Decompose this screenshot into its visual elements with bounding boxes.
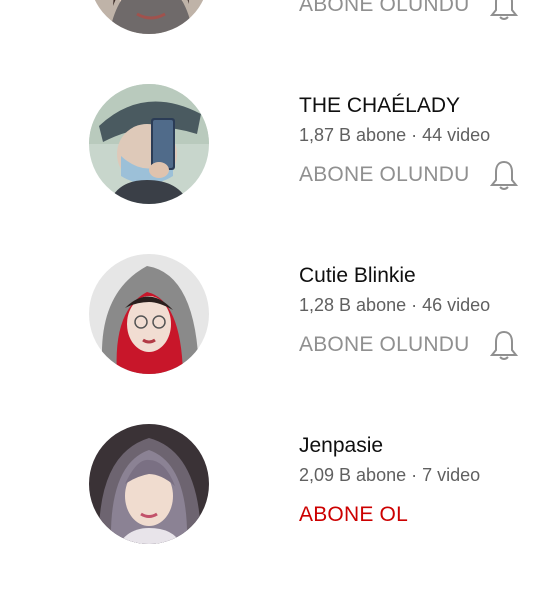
channel-row[interactable]: Jenpasie 2,09 B abone · 7 video ABONE OL bbox=[0, 424, 560, 594]
channel-avatar[interactable] bbox=[89, 254, 209, 374]
bell-icon[interactable] bbox=[489, 328, 519, 362]
channel-meta: 2,09 B abone · 7 video bbox=[299, 465, 481, 485]
subscribed-button[interactable]: ABONE OLUNDU bbox=[299, 158, 469, 192]
avatar-portrait-image bbox=[89, 424, 209, 544]
channel-row[interactable]: THE CHAÉLADY 1,87 B abone · 44 video ABO… bbox=[0, 84, 560, 254]
channel-row[interactable]: ABONE OLUNDU bbox=[0, 0, 560, 84]
channel-name[interactable]: Cutie Blinkie bbox=[299, 262, 560, 290]
subscribe-button[interactable]: ABONE OL bbox=[299, 498, 408, 532]
channel-avatar[interactable] bbox=[89, 424, 209, 544]
action-row: ABONE OL bbox=[299, 498, 519, 532]
action-row: ABONE OLUNDU bbox=[299, 328, 519, 362]
avatar-red-hood-image bbox=[89, 254, 209, 374]
channel-name[interactable]: Jenpasie bbox=[299, 432, 560, 460]
avatar-partial-image bbox=[89, 0, 209, 34]
action-row: ABONE OLUNDU bbox=[299, 0, 519, 22]
channel-avatar[interactable] bbox=[89, 0, 209, 34]
subscribed-button[interactable]: ABONE OLUNDU bbox=[299, 0, 469, 22]
subscribed-button[interactable]: ABONE OLUNDU bbox=[299, 328, 469, 362]
bell-icon[interactable] bbox=[489, 158, 519, 192]
channel-name[interactable]: THE CHAÉLADY bbox=[299, 92, 560, 120]
action-row: ABONE OLUNDU bbox=[299, 158, 519, 192]
channel-list: ABONE OLUNDU THE CHAÉLADY 1,87 B abone ·… bbox=[0, 0, 560, 560]
channel-info: Cutie Blinkie 1,28 B abone · 46 video AB… bbox=[299, 262, 560, 360]
bell-icon[interactable] bbox=[489, 0, 519, 22]
channel-row[interactable]: Cutie Blinkie 1,28 B abone · 46 video AB… bbox=[0, 254, 560, 424]
channel-info: THE CHAÉLADY 1,87 B abone · 44 video ABO… bbox=[299, 92, 560, 190]
channel-info: Jenpasie 2,09 B abone · 7 video ABONE OL bbox=[299, 432, 560, 526]
channel-avatar[interactable] bbox=[89, 84, 209, 204]
channel-meta: 1,28 B abone · 46 video bbox=[299, 295, 491, 315]
channel-meta: 1,87 B abone · 44 video bbox=[299, 125, 491, 145]
avatar-masked-selfie-image bbox=[89, 84, 209, 204]
